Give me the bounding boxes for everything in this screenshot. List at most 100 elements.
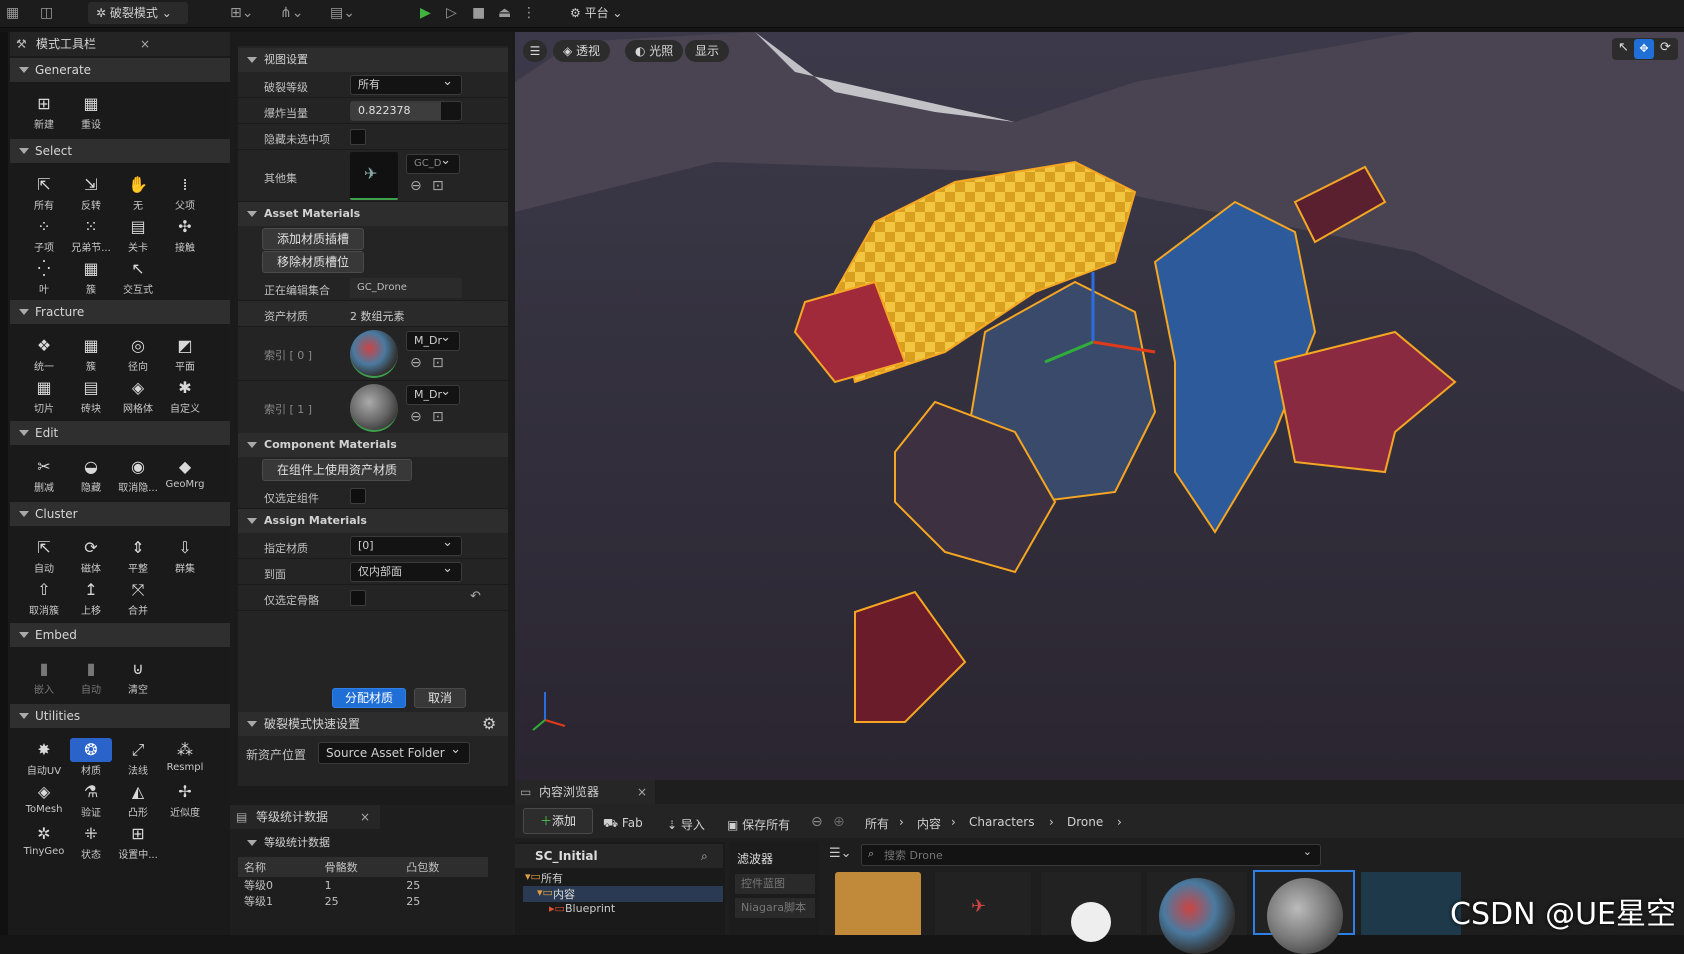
mode-select-button[interactable]: ✲ 破裂模式 ⌄ [88, 2, 188, 24]
tool-magnet[interactable]: ⟳ 磁体 [66, 536, 116, 578]
tool-parent[interactable]: ⁞ 父项 [160, 173, 210, 215]
chevron-down-icon[interactable]: ⌄ [1303, 845, 1312, 858]
breadcrumb-item[interactable]: 所有 [865, 815, 889, 832]
tool-validate[interactable]: ⚗ 验证 [66, 780, 116, 822]
section-edit[interactable]: Edit [10, 421, 230, 445]
save-all-button[interactable]: ▣ 保存所有 [727, 816, 790, 833]
breadcrumb-item[interactable]: Characters [969, 815, 1035, 829]
add-button[interactable]: ＋添加 [523, 808, 593, 834]
tree-item-blueprint[interactable]: ▸▭ Blueprint [523, 902, 723, 918]
stats-section-header[interactable]: 等级统计数据 [238, 831, 508, 855]
asset-materials-header[interactable]: Asset Materials [238, 202, 508, 226]
content-icon[interactable]: ◫ [40, 4, 53, 22]
browse-icon[interactable]: ⊡ [432, 355, 444, 371]
section-utilities[interactable]: Utilities [10, 704, 230, 728]
back-icon[interactable]: ⊖ [811, 814, 823, 830]
tool-auto-cluster[interactable]: ⇱ 自动 [19, 536, 69, 578]
tool-hide[interactable]: ◒ 隐藏 [66, 455, 116, 497]
tool-contact[interactable]: ✣ 接触 [160, 215, 210, 257]
tool-select-all[interactable]: ⇱ 所有 [19, 173, 69, 215]
add-material-slot-button[interactable]: 添加材质插槽 [262, 228, 364, 250]
browse-icon[interactable]: ⊡ [432, 178, 444, 194]
tool-normals[interactable]: ⤢ 法线 [113, 738, 163, 780]
level-viewport[interactable]: ☰ ◈ 透视 ◐ 光照 显示 ↖ ✥ ⟳ [515, 32, 1684, 780]
use-selected-icon[interactable]: ⊖ [410, 355, 422, 371]
tool-embed[interactable]: ▮ 嵌入 [19, 657, 69, 699]
tool-geomerge[interactable]: ◆ GeoMrg [160, 455, 210, 497]
material-thumbnail-0[interactable] [350, 330, 398, 378]
asset-thumbnail-material-1[interactable] [1253, 870, 1355, 954]
content-browser-tab[interactable]: ▭ 内容浏览器 × [515, 780, 655, 804]
tool-custom[interactable]: ✱ 自定义 [160, 376, 210, 418]
close-icon[interactable]: × [140, 32, 150, 56]
tool-auto-embed[interactable]: ▮ 自动 [66, 657, 116, 699]
section-cluster[interactable]: Cluster [10, 502, 230, 526]
blueprint-icon[interactable]: ⋔⌄ [280, 4, 303, 22]
platform-button[interactable]: ⚙ 平台 ⌄ [562, 2, 648, 24]
asset-thumbnail-drone[interactable]: ✈ [935, 872, 1031, 935]
close-icon[interactable]: × [360, 805, 370, 829]
section-fracture[interactable]: Fracture [10, 300, 230, 324]
tool-auto-uv[interactable]: ✸ 自动UV [19, 738, 69, 780]
gear-icon[interactable]: ⚙ [482, 712, 496, 736]
tool-cluster-select[interactable]: ▦ 簇 [66, 257, 116, 299]
search-input[interactable] [884, 847, 1284, 863]
filter-chip[interactable]: 控件蓝图 [735, 874, 815, 894]
tool-proximity[interactable]: ✢ 近似度 [160, 780, 210, 822]
stats-tab[interactable]: ▤ 等级统计数据 × [230, 805, 380, 829]
tool-slice[interactable]: ▦ 切片 [19, 376, 69, 418]
tool-interactive[interactable]: ↖ 交互式 [113, 257, 163, 299]
tool-radial[interactable]: ◎ 径向 [113, 334, 163, 376]
browse-icon[interactable]: ⊡ [432, 409, 444, 425]
section-generate[interactable]: Generate [10, 58, 230, 82]
cinematics-icon[interactable]: ▤⌄ [330, 4, 355, 22]
lighting-button[interactable]: ◐ 光照 [625, 40, 684, 62]
material-dropdown-0[interactable]: M_Dr [406, 329, 460, 351]
show-button[interactable]: 显示 [685, 40, 730, 62]
search-bar[interactable]: ⌕ ⌄ [861, 844, 1321, 866]
add-actor-icon[interactable]: ⊞⌄ [230, 4, 253, 22]
tool-convex[interactable]: ◭ 凸形 [113, 780, 163, 822]
breadcrumb-item[interactable]: 内容 [917, 815, 941, 832]
forward-icon[interactable]: ⊕ [833, 814, 845, 830]
filter-icon[interactable]: ☰⌄ [829, 846, 852, 861]
material-thumbnail-1[interactable] [350, 384, 398, 432]
tool-mesh[interactable]: ◈ 网格体 [113, 376, 163, 418]
rotate-icon[interactable]: ⟳ [1660, 40, 1671, 55]
use-asset-material-button[interactable]: 在组件上使用资产材质 [262, 459, 412, 481]
component-materials-header[interactable]: Component Materials [238, 433, 508, 457]
viewport-menu-button[interactable]: ☰ [523, 40, 547, 62]
material-dropdown-1[interactable]: M_Dr [406, 383, 460, 405]
eject-icon[interactable]: ⏏ [498, 4, 511, 22]
reset-arrow-icon[interactable]: ↶ [470, 589, 481, 604]
to-face-dropdown[interactable]: 仅内部面 [350, 560, 462, 582]
tool-invert[interactable]: ⇲ 反转 [66, 173, 116, 215]
table-row[interactable]: 等级0 1 25 [238, 877, 488, 893]
asset-materials-row[interactable]: 资产材质 2 数组元素 [238, 301, 508, 327]
tool-move-up[interactable]: ↥ 上移 [66, 578, 116, 620]
tool-flatten[interactable]: ⇕ 平整 [113, 536, 163, 578]
section-select[interactable]: Select [10, 139, 230, 163]
tool-reset[interactable]: ▦ 重设 [66, 92, 116, 134]
tree-item-content[interactable]: ▾▭ 内容 [523, 886, 723, 902]
other-set-thumbnail[interactable]: ✈ [350, 152, 398, 200]
tool-new[interactable]: ⊞ 新建 [19, 92, 69, 134]
tool-tiny-geo[interactable]: ✲ TinyGeo [19, 822, 69, 864]
explode-slider[interactable]: 0.822378 [350, 101, 462, 121]
asset-thumbnail-texture[interactable] [1361, 872, 1461, 935]
tool-set-center[interactable]: ⊞ 设置中... [113, 822, 163, 864]
tool-prune[interactable]: ✂ 删减 [19, 455, 69, 497]
perspective-button[interactable]: ◈ 透视 [553, 40, 611, 62]
assign-materials-header[interactable]: Assign Materials [238, 509, 508, 533]
tool-state[interactable]: ⁜ 状态 [66, 822, 116, 864]
tool-resample[interactable]: ⁂ Resmpl [160, 738, 210, 780]
table-row[interactable]: 等级1 25 25 [238, 893, 488, 909]
hide-unselected-checkbox[interactable] [350, 129, 366, 145]
asset-thumbnail-material-0[interactable] [1147, 872, 1247, 954]
tool-level[interactable]: ▤ 关卡 [113, 215, 163, 257]
breadcrumb-item[interactable]: Drone [1067, 815, 1103, 829]
select-arrow-icon[interactable]: ↖ [1618, 40, 1629, 55]
fab-button[interactable]: ⛟ Fab [603, 816, 643, 832]
new-asset-location-dropdown[interactable]: Source Asset Folder [318, 740, 470, 764]
only-selected-comp-checkbox[interactable] [350, 488, 366, 504]
